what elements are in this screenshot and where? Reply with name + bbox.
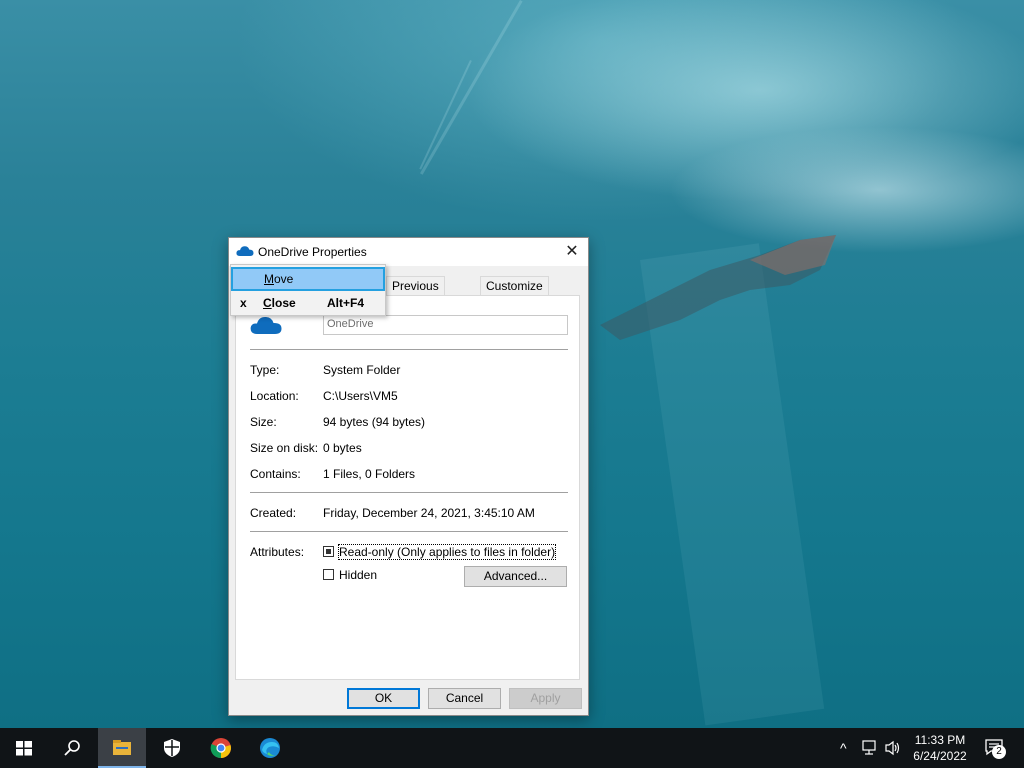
clock[interactable]: 11:33 PM 6/24/2022 [900, 732, 980, 764]
size-value: 94 bytes (94 bytes) [323, 415, 426, 429]
taskbar: ^ 11:33 PM 6/24/2022 [0, 728, 1024, 768]
ok-button[interactable]: OK [347, 688, 420, 709]
light-ray [419, 60, 472, 170]
search-icon [64, 740, 80, 756]
readonly-checkbox[interactable] [323, 546, 334, 557]
search-button[interactable] [48, 728, 96, 768]
separator [250, 492, 568, 493]
window-title: OneDrive Properties [258, 245, 367, 259]
size-label: Size: [250, 415, 277, 429]
size-on-disk-label: Size on disk: [250, 441, 319, 455]
created-label: Created: [250, 506, 297, 520]
contains-value: 1 Files, 0 Folders [323, 467, 416, 481]
network-icon[interactable] [862, 740, 880, 756]
separator [250, 349, 568, 350]
menu-item-shortcut: Alt+F4 [327, 296, 365, 310]
onedrive-folder-icon [250, 316, 282, 334]
cancel-button[interactable]: Cancel [428, 688, 501, 709]
general-tab-panel: OneDrive Type: System Folder Location: C… [235, 295, 580, 680]
clock-time: 11:33 PM [914, 733, 966, 747]
chrome-button[interactable] [197, 728, 245, 768]
windows-start-icon [16, 741, 32, 756]
show-hidden-icons-chevron-icon[interactable]: ^ [840, 740, 847, 756]
tab-previous-versions[interactable]: Previous Versions [386, 276, 445, 312]
onedrive-cloud-icon [236, 246, 254, 256]
clock-date: 6/24/2022 [913, 749, 967, 763]
notification-count-badge: 2 [992, 745, 1006, 759]
apply-button[interactable]: Apply [509, 688, 582, 709]
menu-item-move[interactable]: Move [231, 267, 385, 291]
attributes-label: Attributes: [250, 545, 305, 559]
windows-security-button[interactable] [148, 728, 196, 768]
created-value: Friday, December 24, 2021, 3:45:10 AM [323, 506, 535, 520]
diver-image [600, 235, 836, 340]
tab-customize[interactable]: Customize [480, 276, 549, 296]
menu-item-label: Close [263, 296, 296, 310]
edge-icon [260, 738, 280, 758]
system-menu: Move x Close Alt+F4 [230, 264, 386, 316]
chrome-icon [210, 738, 231, 759]
file-explorer-button[interactable] [98, 728, 146, 768]
readonly-label[interactable]: Read-only (Only applies to files in fold… [337, 544, 557, 560]
close-button[interactable]: ✕ [556, 238, 588, 266]
location-label: Location: [250, 389, 299, 403]
type-value: System Folder [323, 363, 401, 377]
windows-security-icon [164, 739, 180, 757]
menu-item-label: Move [264, 272, 294, 286]
start-button[interactable] [0, 728, 48, 768]
advanced-button[interactable]: Advanced... [464, 566, 567, 587]
hidden-label[interactable]: Hidden [339, 568, 377, 582]
file-explorer-icon [113, 740, 131, 755]
title-bar[interactable]: OneDrive Properties ✕ [229, 238, 588, 266]
close-glyph-icon: x [240, 296, 247, 310]
size-on-disk-value: 0 bytes [323, 441, 362, 455]
edge-button[interactable] [246, 728, 294, 768]
type-label: Type: [250, 363, 280, 377]
hidden-checkbox[interactable] [323, 569, 334, 580]
menu-item-close[interactable]: x Close Alt+F4 [231, 291, 385, 315]
location-value: C:\Users\VM5 [323, 389, 398, 403]
separator [250, 531, 568, 532]
light-ray [420, 0, 523, 175]
contains-label: Contains: [250, 467, 301, 481]
folder-name-field[interactable]: OneDrive [323, 315, 568, 335]
